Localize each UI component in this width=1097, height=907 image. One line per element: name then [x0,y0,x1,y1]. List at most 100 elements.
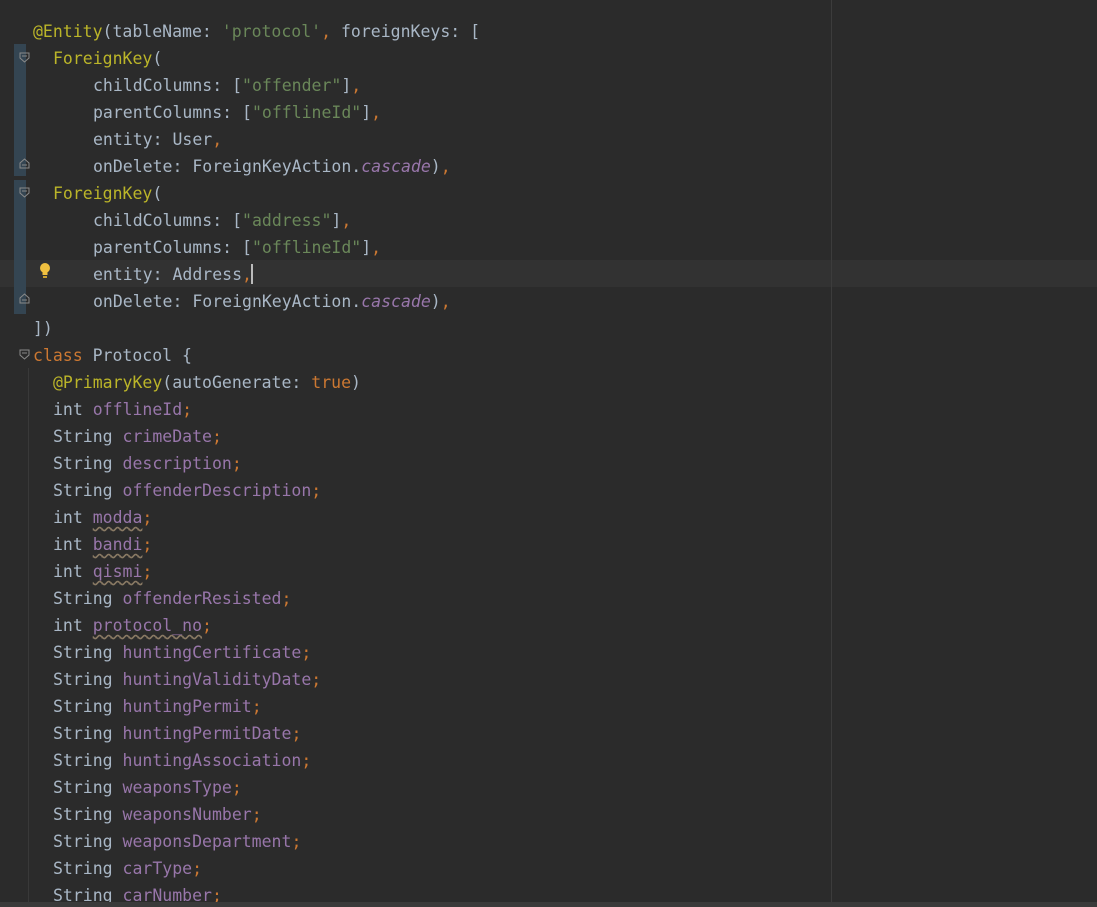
code-text: ]) [33,319,53,338]
fold-open-icon[interactable] [19,187,30,198]
field-type: String [53,724,123,743]
fold-open-icon[interactable] [19,349,30,360]
field-type: String [53,778,123,797]
punctuation: , [351,76,362,95]
code-text: (tableName: [102,22,222,41]
code-text: ( [152,49,163,68]
field-type: String [53,454,123,473]
field-declaration-line: String weaponsType; [53,774,242,801]
field-type: String [53,643,123,662]
field-type: String [53,859,123,878]
punctuation: , [371,238,382,257]
field-name: crimeDate [122,427,212,446]
punctuation: , [371,103,382,122]
field-type: String [53,427,123,446]
class-name: Protocol { [82,346,192,365]
horizontal-scrollbar[interactable] [0,902,1097,907]
semicolon: ; [211,427,222,446]
semicolon: ; [142,508,153,527]
fold-close-icon[interactable] [19,158,30,169]
field-name: weaponsType [122,778,232,797]
lightbulb-icon[interactable] [38,262,52,280]
field-type: String [53,589,123,608]
string-literal: "address" [242,211,332,230]
field-type: String [53,697,123,716]
field-declaration-line: String description; [53,450,242,477]
fold-open-icon[interactable] [19,52,30,63]
field-name: bandi [92,535,143,554]
code-text: ) [430,292,441,311]
field-name: carType [122,859,193,878]
field-declaration-line: String weaponsDepartment; [53,828,301,855]
gutter-change-marker[interactable] [14,44,26,176]
code-text: childColumns: [ [93,211,243,230]
code-text: ] [361,238,372,257]
annotation-foreignkey: ForeignKey [53,49,153,68]
right-margin-guide [831,0,832,907]
field-name: huntingValidityDate [122,670,312,689]
indent-guide [28,368,29,907]
field-declaration-line: String huntingAssociation; [53,747,311,774]
code-text: parentColumns: [ [93,103,252,122]
field-type: String [53,481,123,500]
code-line-7: ForeignKey( [53,180,162,207]
field-name: qismi [92,562,143,581]
field-name: huntingPermit [122,697,252,716]
punctuation: , [321,22,341,41]
field-name: protocol_no [92,616,203,635]
semicolon: ; [301,643,312,662]
semicolon: ; [231,454,242,473]
field-declaration-line: String weaponsNumber; [53,801,262,828]
field-name: huntingAssociation [122,751,302,770]
keyword-true: true [311,373,352,392]
code-line-9: parentColumns: ["offlineId"], [93,234,381,261]
field-name: offlineId [92,400,183,419]
semicolon: ; [301,751,312,770]
string-literal: "offender" [242,76,342,95]
semicolon: ; [202,616,212,635]
field-declaration-line: String offenderDescription; [53,477,321,504]
field-declaration-line: String offenderResisted; [53,585,291,612]
field-name: weaponsNumber [122,805,252,824]
field-declaration-line: int protocol_no; [53,612,212,639]
code-text: (autoGenerate: [162,373,312,392]
field-declaration-line: String huntingCertificate; [53,639,311,666]
field-name: huntingPermitDate [122,724,292,743]
string-literal: "offlineId" [251,238,362,257]
semicolon: ; [192,859,203,878]
field-name: offenderResisted [122,589,282,608]
punctuation: , [440,157,451,176]
semicolon: ; [142,535,153,554]
code-text: parentColumns: [ [93,238,252,257]
field-declaration-line: String huntingValidityDate; [53,666,321,693]
code-text: onDelete: ForeignKeyAction. [93,157,362,176]
code-line-13: class Protocol { [33,342,192,369]
semicolon: ; [231,778,242,797]
field-declaration-line: int offlineId; [53,396,192,423]
code-text: onDelete: ForeignKeyAction. [93,292,362,311]
field-declaration-line: String huntingPermitDate; [53,720,301,747]
field-declaration-line: int bandi; [53,531,152,558]
semicolon: ; [311,670,322,689]
code-line-10: entity: Address, [93,261,252,288]
semicolon: ; [251,805,262,824]
field-type: String [53,832,123,851]
code-text: ) [351,373,361,392]
semicolon: ; [281,589,292,608]
punctuation: , [341,211,352,230]
code-text: ] [361,103,372,122]
code-editor[interactable]: @Entity(tableName: 'protocol', foreignKe… [0,0,1097,907]
code-line-8: childColumns: ["address"], [93,207,351,234]
field-name: description [122,454,232,473]
field-declaration-line: String carType; [53,855,202,882]
keyword-class: class [33,346,83,365]
field-declaration-line: String huntingPermit; [53,693,262,720]
field-name: modda [92,508,143,527]
field-type: String [53,670,123,689]
code-line-3: childColumns: ["offender"], [93,72,361,99]
field-name: huntingCertificate [122,643,302,662]
fold-close-icon[interactable] [19,293,30,304]
code-text: entity: User [93,130,213,149]
punctuation: , [212,130,223,149]
code-text: foreignKeys: [ [340,22,481,41]
